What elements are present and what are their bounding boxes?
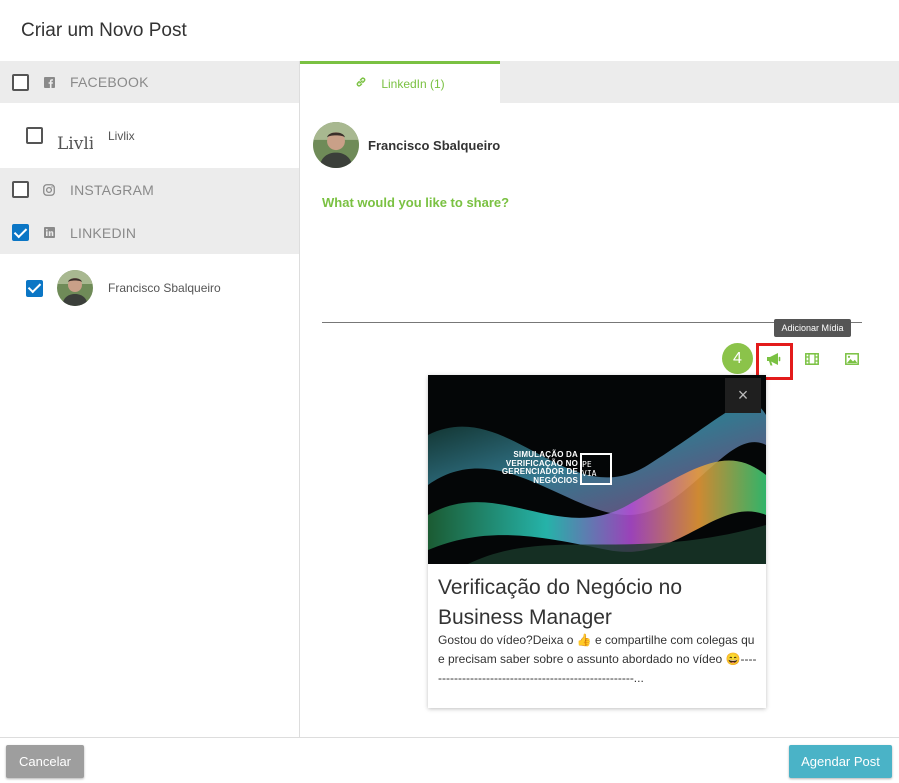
network-tabbar: LinkedIn (1) <box>300 61 899 103</box>
network-group-linkedin[interactable]: LINKEDIN <box>0 211 299 254</box>
page-title: Criar um Novo Post <box>21 20 187 41</box>
preview-image-caption: SIMULAÇÃO DA VERIFICAÇÃO NO GERENCIADOR … <box>501 450 578 485</box>
instagram-checkbox[interactable] <box>12 181 29 198</box>
linkedin-checkbox[interactable] <box>12 224 29 241</box>
cancel-button[interactable]: Cancelar <box>6 745 84 778</box>
network-selector-panel: FACEBOOK Livlix Livlix INSTAGRAM LINKEDI… <box>0 61 300 737</box>
image-icon <box>845 352 859 370</box>
step-badge: 4 <box>722 343 753 374</box>
preview-title: Verificação do Negócio no Business Manag… <box>438 576 682 629</box>
tab-linkedin[interactable]: LinkedIn (1) <box>300 61 500 103</box>
close-icon: × <box>737 385 749 405</box>
schedule-post-button[interactable]: Agendar Post <box>789 745 892 778</box>
add-media-tooltip: Adicionar Mídia <box>774 319 851 337</box>
facebook-checkbox[interactable] <box>12 73 29 91</box>
footer: Cancelar Agendar Post <box>0 737 899 783</box>
post-text-input[interactable]: What would you like to share? <box>322 195 509 210</box>
linkedin-label: LINKEDIN <box>70 224 137 241</box>
instagram-label: INSTAGRAM <box>70 181 154 198</box>
preview-image: SIMULAÇÃO DA VERIFICAÇÃO NO GERENCIADOR … <box>428 375 766 564</box>
account-row-francisco[interactable]: Francisco Sbalqueiro <box>0 254 299 322</box>
livlix-account-name: Livlix <box>108 128 135 143</box>
francisco-account-name: Francisco Sbalqueiro <box>108 281 221 295</box>
film-icon <box>805 352 819 370</box>
livlix-logo: Livlix <box>57 133 93 154</box>
preview-description: Gostou do vídeo?Deixa o 👍 e compartilhe … <box>438 633 757 685</box>
link-preview-card: SIMULAÇÃO DA VERIFICAÇÃO NO GERENCIADOR … <box>428 375 766 708</box>
avatar <box>313 122 359 168</box>
facebook-label: FACEBOOK <box>70 74 149 90</box>
facebook-icon <box>43 76 55 88</box>
link-icon <box>355 76 367 91</box>
avatar <box>57 270 93 306</box>
account-row-livlix[interactable]: Livlix Livlix <box>0 103 299 168</box>
composer-author-name: Francisco Sbalqueiro <box>368 137 501 153</box>
livlix-checkbox[interactable] <box>26 127 43 144</box>
add-video-button[interactable] <box>800 349 824 373</box>
network-group-instagram[interactable]: INSTAGRAM <box>0 168 299 211</box>
instagram-icon <box>43 183 55 196</box>
linkedin-icon <box>43 227 55 239</box>
close-preview-button[interactable]: × <box>725 378 761 413</box>
preview-image-logo: PE VIA <box>580 453 612 485</box>
francisco-checkbox[interactable] <box>26 279 43 297</box>
tab-linkedin-label: LinkedIn (1) <box>381 76 445 91</box>
composer-header: Francisco Sbalqueiro <box>313 122 500 168</box>
network-group-facebook[interactable]: FACEBOOK <box>0 61 299 103</box>
add-image-button[interactable] <box>840 349 864 373</box>
